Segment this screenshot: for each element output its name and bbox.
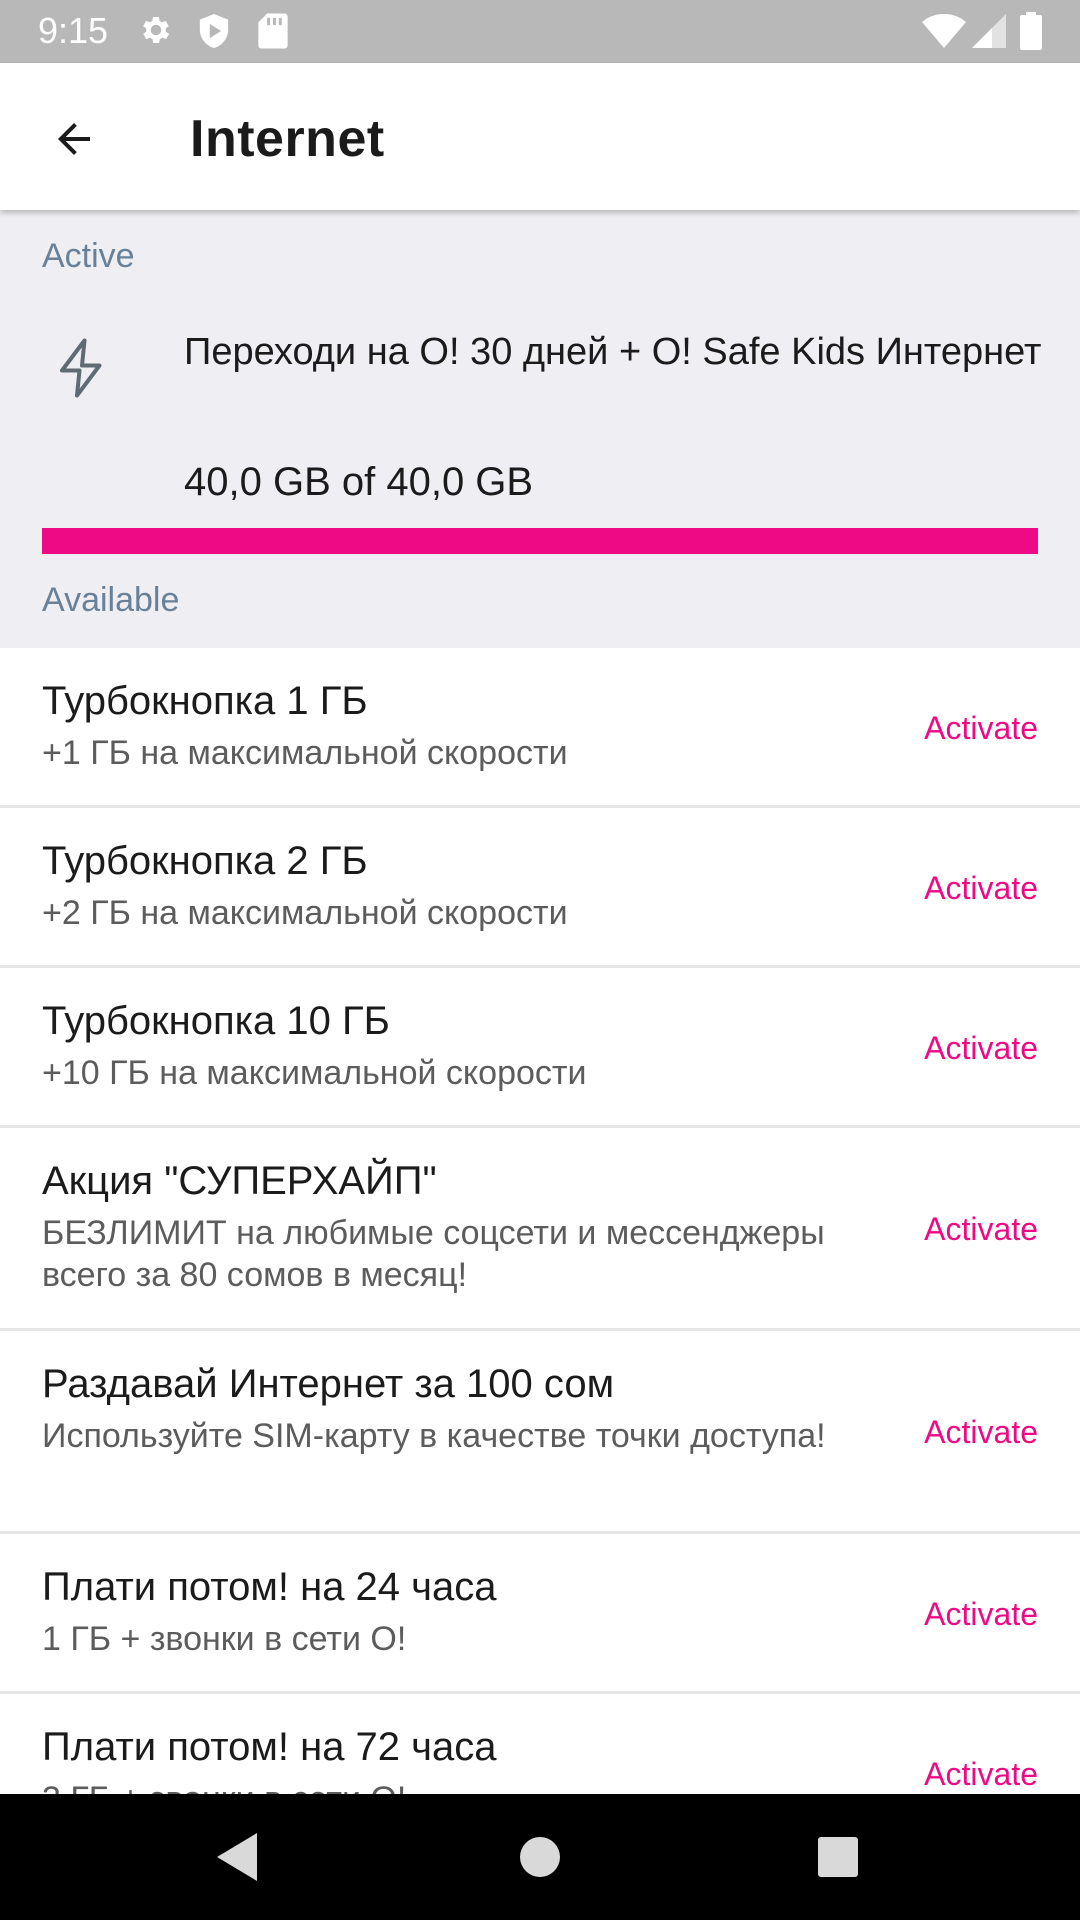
offer-row[interactable]: Акция "СУПЕРХАЙП" БЕЗЛИМИТ на любимые со… [0, 1128, 1080, 1331]
offer-row[interactable]: Турбокнопка 2 ГБ +2 ГБ на максимальной с… [0, 808, 1080, 968]
available-section-label: Available [42, 581, 180, 619]
sd-card-icon [258, 12, 288, 50]
activate-button[interactable]: Activate [924, 708, 1038, 748]
data-usage-progress-fill [42, 528, 1038, 554]
app-bar: Internet [0, 63, 1080, 210]
activate-button[interactable]: Activate [924, 1412, 1038, 1452]
activate-button[interactable]: Activate [924, 1209, 1038, 1249]
offer-title: Плати потом! на 72 часа [42, 1725, 497, 1769]
shield-icon [197, 12, 231, 50]
arrow-left-icon [58, 123, 90, 155]
status-bar: 9:15 [0, 0, 1080, 63]
offer-row[interactable]: Раздавай Интернет за 100 сом Используйте… [0, 1331, 1080, 1534]
offer-description: +10 ГБ на максимальной скорости [42, 1054, 587, 1092]
offer-row[interactable]: Турбокнопка 10 ГБ +10 ГБ на максимальной… [0, 968, 1080, 1128]
offer-row[interactable]: Плати потом! на 72 часа 3 ГБ + звонки в … [0, 1694, 1080, 1794]
activate-button[interactable]: Activate [924, 1594, 1038, 1634]
offer-title: Акция "СУПЕРХАЙП" [42, 1159, 437, 1203]
square-recents-icon [818, 1837, 858, 1877]
offer-title: Турбокнопка 1 ГБ [42, 679, 368, 723]
active-package-amount: 40,0 GB of 40,0 GB [184, 460, 534, 504]
status-time: 9:15 [38, 10, 109, 51]
activate-button[interactable]: Activate [924, 1754, 1038, 1794]
offer-description: БЕЗЛИМИТ на любимые соцсети и мессенджер… [42, 1214, 825, 1294]
content-scroll-area[interactable]: Active Переходи на О! 30 дней + О! Safe … [0, 210, 1080, 1794]
nav-recents-button[interactable] [808, 1827, 868, 1887]
offer-description: +2 ГБ на максимальной скорости [42, 894, 568, 932]
wifi-icon [922, 14, 966, 48]
nav-home-button[interactable] [510, 1827, 570, 1887]
active-section-label: Active [42, 237, 135, 275]
triangle-back-icon [217, 1833, 257, 1881]
gear-icon [138, 12, 174, 48]
active-package-name: Переходи на О! 30 дней + О! Safe Kids Ин… [184, 331, 1042, 373]
system-navigation-bar [0, 1794, 1080, 1920]
offer-row[interactable]: Турбокнопка 1 ГБ +1 ГБ на максимальной с… [0, 648, 1080, 808]
offer-title: Турбокнопка 2 ГБ [42, 839, 368, 883]
nav-back-button[interactable] [209, 1827, 269, 1887]
activate-button[interactable]: Activate [924, 1028, 1038, 1068]
activate-button[interactable]: Activate [924, 868, 1038, 908]
battery-icon [1020, 12, 1042, 50]
offer-description: Используйте SIM-карту в качестве точки д… [42, 1417, 826, 1455]
offer-description: 3 ГБ + звонки в сети О! [42, 1778, 862, 1794]
offer-title: Турбокнопка 10 ГБ [42, 999, 390, 1043]
offer-description: 1 ГБ + звонки в сети О! [42, 1620, 407, 1658]
signal-icon [972, 14, 1006, 48]
offer-title: Раздавай Интернет за 100 сом [42, 1362, 615, 1406]
offer-description: +1 ГБ на максимальной скорости [42, 734, 568, 772]
circle-home-icon [520, 1837, 560, 1877]
page-title: Internet [190, 110, 385, 168]
offers-list: Турбокнопка 1 ГБ +1 ГБ на максимальной с… [0, 648, 1080, 1794]
data-usage-progress-bar [42, 528, 1038, 554]
back-button[interactable] [38, 103, 110, 175]
offer-title: Плати потом! на 24 часа [42, 1565, 497, 1609]
lightning-bolt-icon [52, 335, 112, 406]
offer-row[interactable]: Плати потом! на 24 часа 1 ГБ + звонки в … [0, 1534, 1080, 1694]
active-package-section: Active Переходи на О! 30 дней + О! Safe … [0, 210, 1080, 648]
